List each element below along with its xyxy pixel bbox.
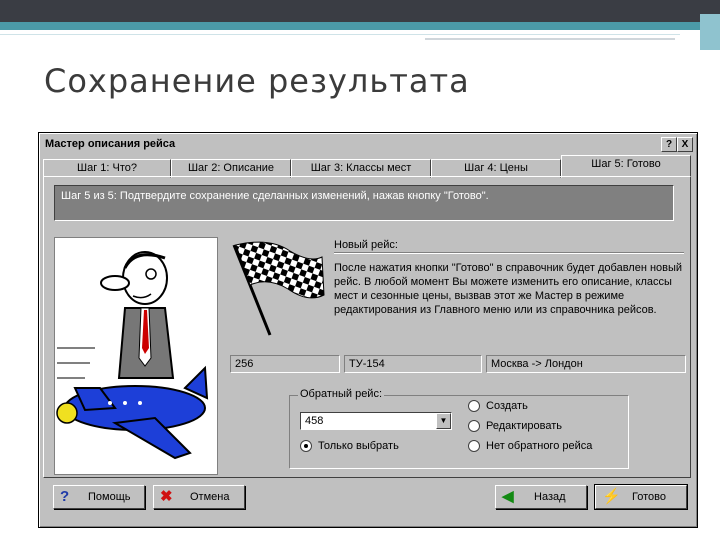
combo-value: 458 xyxy=(305,415,324,427)
dialog-title: Мастер описания рейса xyxy=(45,138,176,150)
radio-dot xyxy=(468,420,480,433)
back-button[interactable]: ◀ Назад xyxy=(495,485,587,509)
dialog-titlebar: Мастер описания рейса ? X xyxy=(41,135,695,153)
help-button[interactable]: ? Помощь xyxy=(53,485,145,509)
radio-label: Нет обратного рейса xyxy=(486,440,593,452)
lightning-icon: ⚡ xyxy=(602,488,621,505)
slide-title: Сохранение результата xyxy=(44,62,470,100)
divider xyxy=(334,252,684,254)
chevron-down-icon[interactable]: ▼ xyxy=(436,413,451,429)
question-icon: ? xyxy=(60,488,70,505)
help-title-button[interactable]: ? xyxy=(661,137,677,152)
slide-accent-block xyxy=(700,14,720,50)
radio-dot xyxy=(468,440,480,453)
radio-label: Только выбрать xyxy=(318,440,399,452)
red-x-icon: ✖ xyxy=(160,488,173,505)
new-flight-label: Новый рейс: xyxy=(334,239,398,251)
radio-edit[interactable]: Редактировать xyxy=(468,420,562,433)
slide-deco-line xyxy=(425,38,675,40)
slide-accent-bar xyxy=(0,22,700,30)
step-info: Шаг 5 из 5: Подтвердите сохранение сдела… xyxy=(54,185,674,221)
pilot-illustration xyxy=(56,251,209,460)
radio-create[interactable]: Создать xyxy=(468,400,528,413)
return-flight-group: Обратный рейс: 458 ▼ Только выбрать Созд… xyxy=(289,388,629,469)
cancel-button[interactable]: ✖ Отмена xyxy=(153,485,245,509)
cancel-button-label: Отмена xyxy=(190,491,230,503)
tab-panel: Шаг 5 из 5: Подтвердите сохранение сдела… xyxy=(43,176,691,478)
slide-top-bar xyxy=(0,0,720,50)
tab-step-5[interactable]: Шаг 5: Готово xyxy=(561,155,691,178)
slide-deco-line xyxy=(0,34,680,35)
return-flight-combo[interactable]: 458 ▼ xyxy=(300,412,452,430)
description-text: После нажатия кнопки "Готово" в справочн… xyxy=(334,262,683,316)
radio-dot xyxy=(468,400,480,413)
help-button-label: Помощь xyxy=(88,491,131,503)
return-flight-label: Обратный рейс: xyxy=(298,388,385,400)
back-button-label: Назад xyxy=(534,491,566,503)
radio-label: Создать xyxy=(486,400,528,412)
route-field: Москва -> Лондон xyxy=(486,355,686,373)
done-button[interactable]: ⚡ Готово xyxy=(594,484,688,510)
close-button[interactable]: X xyxy=(677,137,693,152)
radio-dot xyxy=(300,440,312,453)
wizard-tabs: Шаг 1: Что? Шаг 2: Описание Шаг 3: Класс… xyxy=(43,155,691,178)
aircraft-field: ТУ-154 xyxy=(344,355,482,373)
radio-no-return[interactable]: Нет обратного рейса xyxy=(468,440,593,453)
radio-label: Редактировать xyxy=(486,420,562,432)
checkered-flag-icon xyxy=(230,237,326,340)
green-arrow-left-icon: ◀ xyxy=(502,488,514,505)
cartoon-picture xyxy=(54,237,218,475)
wizard-dialog: Мастер описания рейса ? X Шаг 1: Что? Ша… xyxy=(38,132,698,528)
flight-number-field: 256 xyxy=(230,355,340,373)
done-button-label: Готово xyxy=(632,491,666,503)
radio-only-select[interactable]: Только выбрать xyxy=(300,440,399,453)
